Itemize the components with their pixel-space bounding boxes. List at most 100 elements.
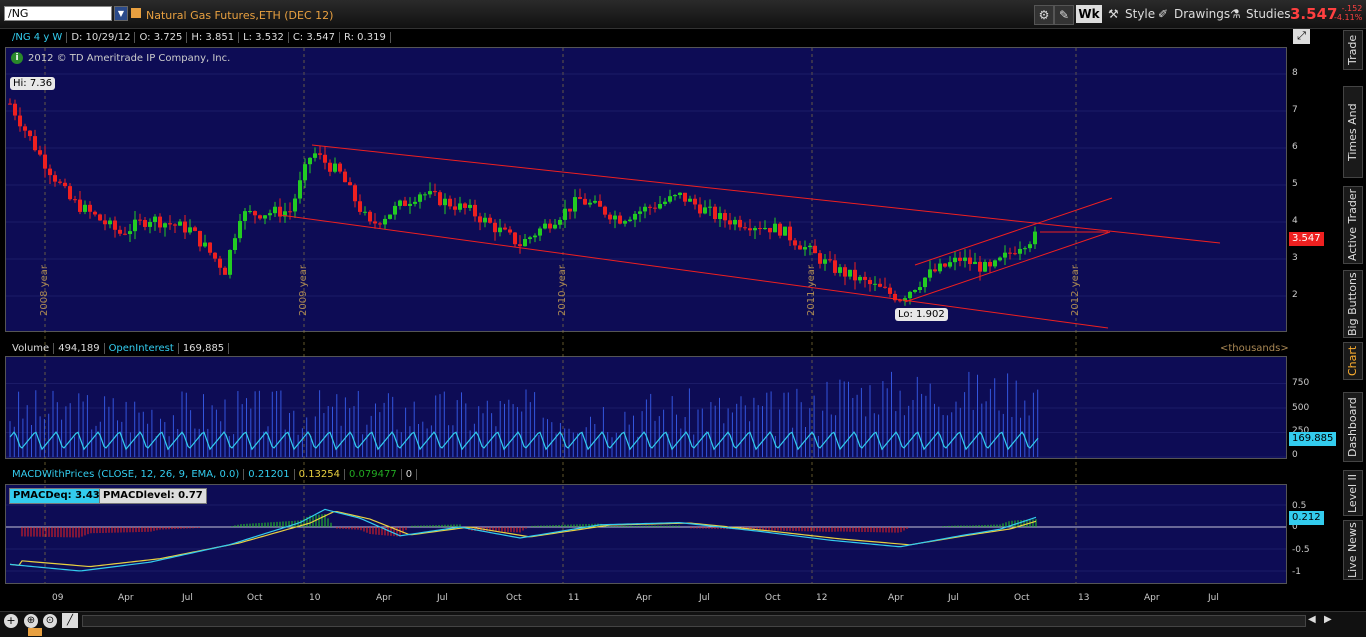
zoom-in-icon[interactable]: ⊕ [24,614,38,628]
candle-body [568,208,572,212]
candle-body [753,228,757,231]
candle-body [433,191,437,193]
candle-body [648,206,652,208]
candle-body [383,218,387,225]
candle-body [663,201,667,205]
macd-label[interactable]: MACDWithPrices (CLOSE, 12, 26, 9, EMA, 0… [8,469,245,480]
candle-body [723,213,727,221]
candle-body [668,196,672,202]
zoom-out-icon[interactable]: ⊙ [43,614,57,628]
tab-chart[interactable]: Chart [1343,342,1363,380]
candle-body [1013,253,1017,255]
time-axis-label: Oct [1014,593,1030,603]
candle-body [998,257,1002,261]
candle-body [1008,252,1012,254]
pmacd-level-badge: PMACDlevel: 0.77 [99,488,207,504]
candle-body [408,203,412,206]
candle-body [33,136,37,151]
candle-body [463,203,467,208]
time-axis-label: Oct [247,593,263,603]
candle-body [128,231,132,235]
tab-active-trader[interactable]: Active Trader [1343,186,1363,264]
candle-body [618,215,622,224]
time-axis-label: 12 [816,593,828,603]
candle-body [758,228,762,230]
candle-body [308,157,312,165]
candle-body [178,221,182,226]
volume-label[interactable]: Volume [8,343,55,354]
candle-body [243,211,247,221]
candle-body [678,192,682,195]
open-interest-line [9,431,1039,451]
candle-body [783,226,787,236]
candle-body [763,227,767,230]
candle-body [138,219,142,221]
candle-body [388,214,392,219]
candle-body [1023,248,1027,250]
candle-body [908,291,912,299]
candle-body [218,258,222,268]
candle-body [968,257,972,265]
macd-header: MACDWithPrices (CLOSE, 12, 26, 9, EMA, 0… [8,466,418,483]
candle-body [948,262,952,267]
time-axis-label: Oct [765,593,781,603]
candle-body [1028,244,1032,249]
candle-body [63,182,67,187]
candle-body [68,186,72,200]
candle-body [813,245,817,254]
tab-live-news[interactable]: Live News [1343,520,1363,580]
oi-label[interactable]: OpenInterest [104,343,179,354]
scroll-left-icon[interactable]: ◀ [1308,614,1316,625]
candle-body [473,204,477,217]
time-axis-label: 13 [1078,593,1090,603]
year-label-2008: 2008 year [39,265,50,316]
macd-tick: -0.5 [1292,545,1310,555]
candle-body [988,261,992,267]
candle-body [843,267,847,277]
line-tool-icon[interactable]: ╱ [62,613,78,628]
volume-units: <thousands> [1220,343,1289,354]
price-tick: 7 [1292,105,1298,115]
high-flag: Hi: 7.36 [10,77,56,90]
candle-body [633,213,637,220]
candle-body [248,211,252,213]
candle-body [923,277,927,288]
add-icon[interactable]: + [4,614,18,628]
tab-trade[interactable]: Trade [1343,30,1363,70]
candle-body [438,192,442,206]
tab-level-ii[interactable]: Level II [1343,470,1363,516]
candle-body [573,197,577,212]
tab-dashboard[interactable]: Dashboard [1343,392,1363,462]
candle-body [868,279,872,285]
horizontal-scrollbar[interactable] [82,615,1306,627]
candle-body [78,199,82,212]
candle-body [803,247,807,250]
info-icon[interactable]: i [11,52,23,64]
candle-body [788,226,792,241]
candle-body [858,276,862,281]
candle-body [348,182,352,186]
candle-body [643,206,647,212]
candle-body [498,227,502,233]
candle-body [193,227,197,231]
candle-body [718,213,722,220]
candle-body [108,220,112,225]
candle-body [83,204,87,212]
candle-body [88,204,92,212]
oi-value: 169,885 [178,343,230,354]
candle-body [638,211,642,214]
tab-times-and-sales[interactable]: Times And Sales [1343,86,1366,178]
candle-body [8,103,12,105]
price-tick: 6 [1292,142,1298,152]
scroll-right-icon[interactable]: ▶ [1324,614,1332,625]
candle-body [318,153,322,155]
candle-body [563,208,567,220]
tab-big-buttons[interactable]: Big Buttons [1343,270,1363,338]
macd-tag: 0.212 [1289,511,1324,525]
candle-body [933,269,937,272]
candle-body [588,202,592,205]
time-axis-label: Apr [376,593,392,603]
candle-body [233,238,237,250]
status-indicator [28,628,42,636]
candle-body [708,206,712,208]
